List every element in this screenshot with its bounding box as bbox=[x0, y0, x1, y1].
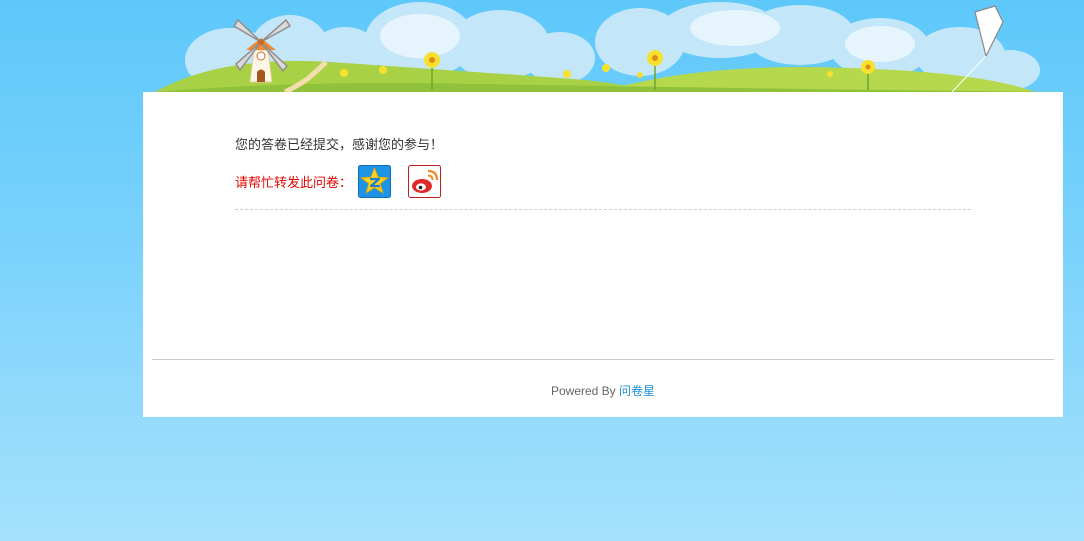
share-label: 请帮忙转发此问卷： bbox=[235, 174, 353, 190]
powered-by-text: Powered By bbox=[550, 384, 620, 398]
result-card: 您的答卷已经提交，感谢您的参与！ 请帮忙转发此问卷： Powered By 问卷… bbox=[143, 92, 1063, 417]
share-row: 请帮忙转发此问卷： bbox=[235, 164, 458, 198]
footer-divider bbox=[152, 359, 1054, 360]
dashed-separator bbox=[235, 209, 971, 210]
qzone-share-button[interactable] bbox=[358, 164, 392, 198]
submission-message: 您的答卷已经提交，感谢您的参与！ bbox=[235, 137, 444, 152]
header-scenery bbox=[155, 2, 1063, 95]
brand-link[interactable]: 问卷星 bbox=[619, 384, 655, 398]
footer: Powered By 问卷星 bbox=[143, 382, 1063, 399]
weibo-share-button[interactable] bbox=[408, 164, 442, 198]
